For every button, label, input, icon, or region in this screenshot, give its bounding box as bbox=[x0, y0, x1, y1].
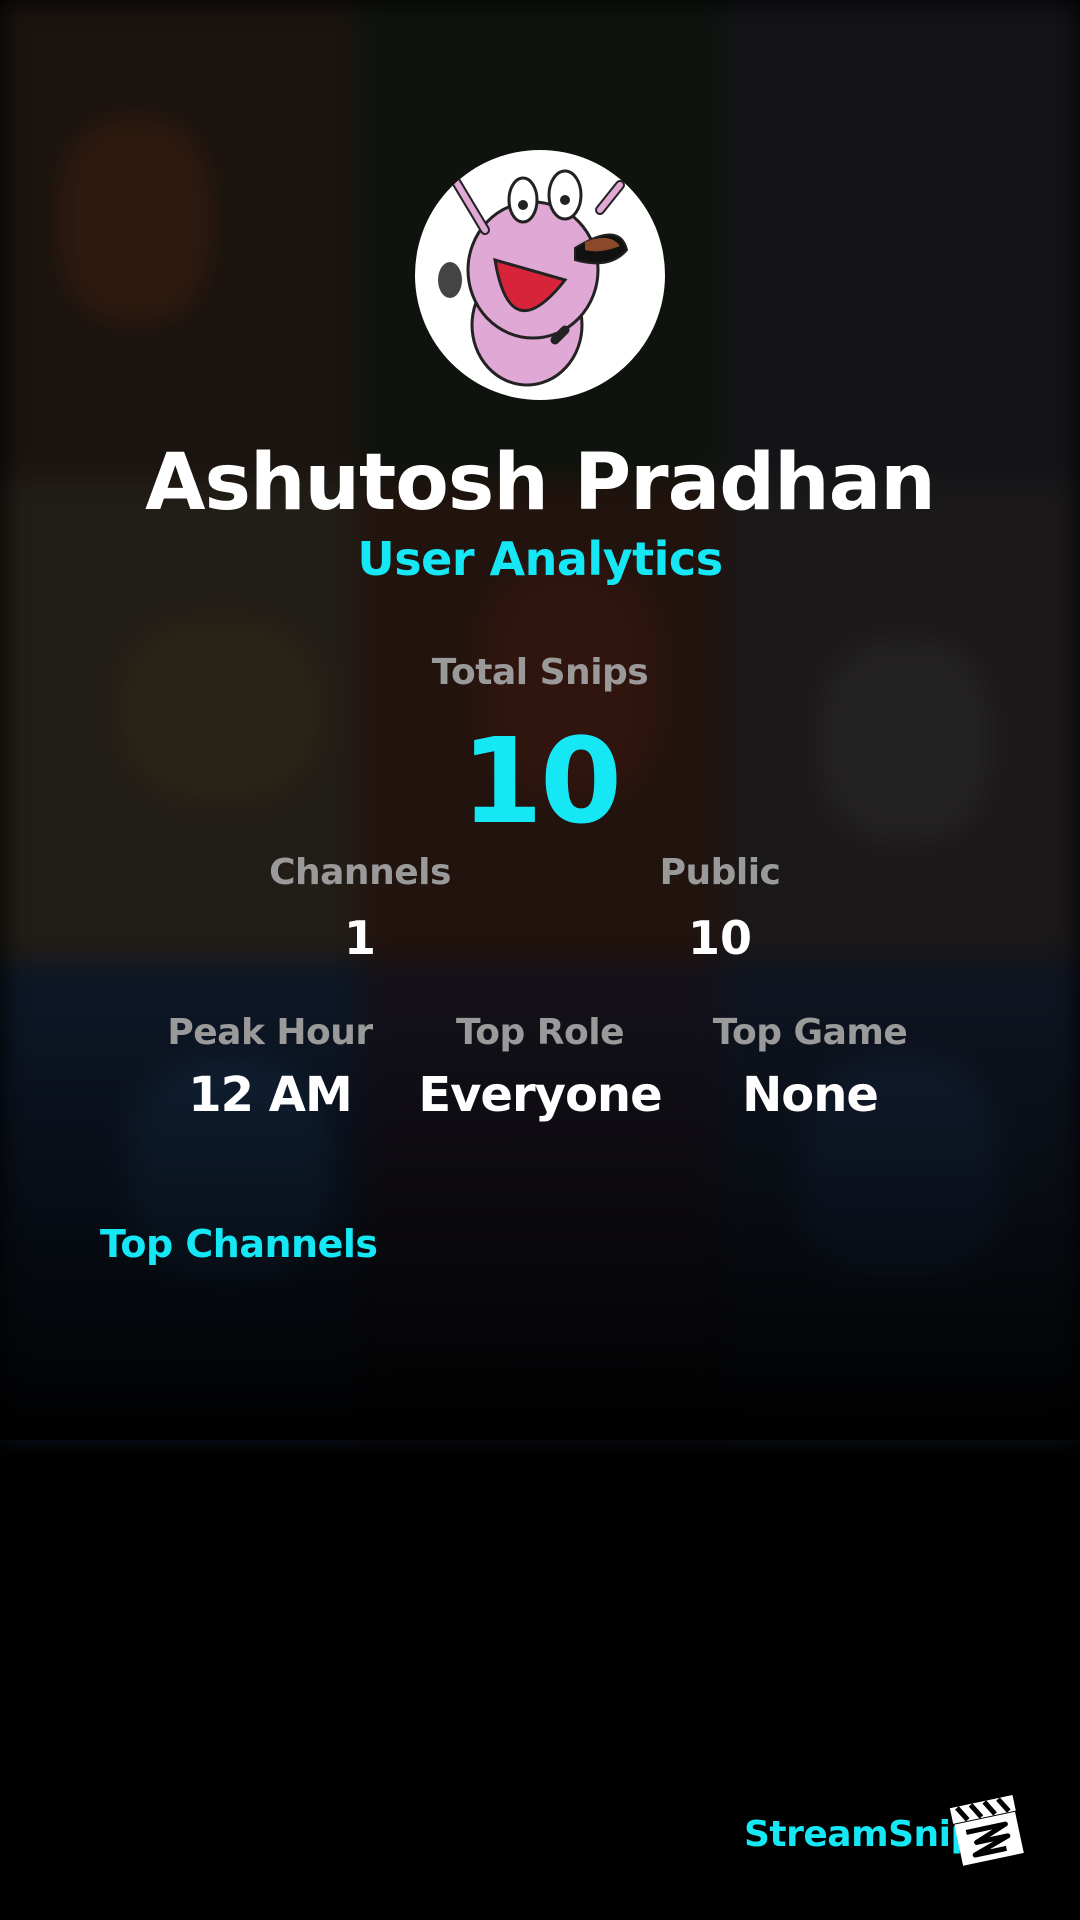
stat-top-game: Top Game None bbox=[675, 1012, 945, 1123]
stat-label: Public bbox=[659, 852, 781, 893]
profile-avatar bbox=[415, 150, 665, 400]
stat-value: Everyone bbox=[418, 1067, 662, 1123]
stat-label: Top Role bbox=[455, 1012, 625, 1053]
stat-public: Public 10 bbox=[570, 852, 870, 965]
total-snips-value: 10 bbox=[460, 712, 622, 850]
stat-label: Peak Hour bbox=[167, 1012, 373, 1053]
stat-value: None bbox=[742, 1067, 879, 1123]
stat-label: Top Game bbox=[712, 1012, 908, 1053]
brand-name: StreamSnip bbox=[744, 1814, 976, 1855]
stat-value: 10 bbox=[687, 911, 752, 965]
user-name: Ashutosh Pradhan bbox=[145, 438, 936, 528]
stat-value: 1 bbox=[343, 911, 376, 965]
stat-top-role: Top Role Everyone bbox=[405, 1012, 675, 1123]
stat-channels: Channels 1 bbox=[210, 852, 510, 965]
cartoon-dog-avatar-icon bbox=[438, 169, 629, 387]
total-snips-label: Total Snips bbox=[431, 652, 649, 693]
top-channels-heading: Top Channels bbox=[100, 1222, 378, 1266]
clapperboard-icon bbox=[948, 1790, 1026, 1868]
stat-peak-hour: Peak Hour 12 AM bbox=[135, 1012, 405, 1123]
page-subtitle: User Analytics bbox=[357, 532, 723, 586]
stat-label: Channels bbox=[269, 852, 451, 893]
stat-value: 12 AM bbox=[188, 1067, 352, 1123]
